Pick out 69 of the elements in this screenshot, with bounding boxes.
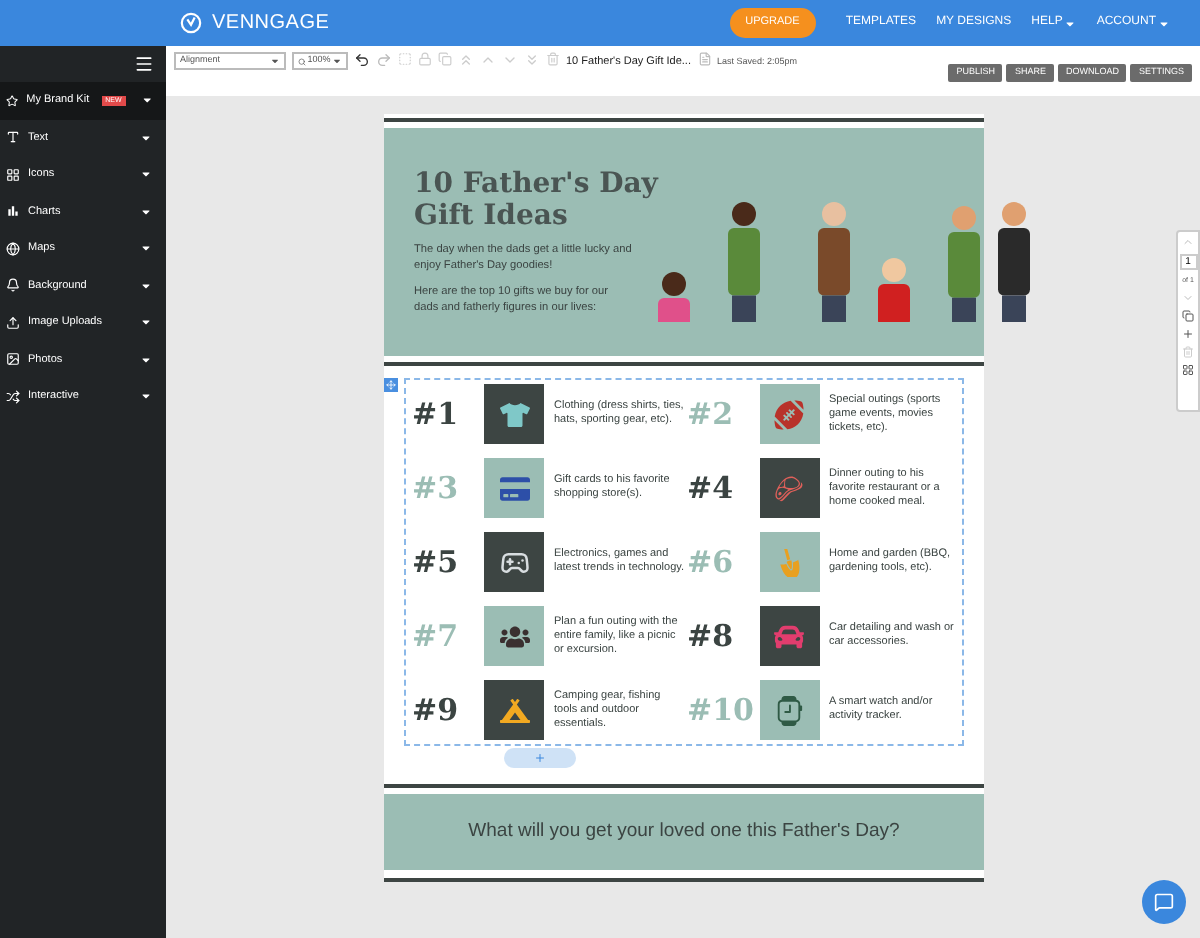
gift-number: #7 xyxy=(412,615,461,658)
caret-icon xyxy=(1158,17,1170,29)
lock-icon[interactable] xyxy=(418,52,432,66)
gift-number: #10 xyxy=(687,689,756,732)
copy-icon[interactable] xyxy=(1182,310,1194,323)
double-chevron-down-icon[interactable] xyxy=(524,52,540,68)
car-icon xyxy=(774,621,804,652)
tent-icon xyxy=(499,695,529,726)
chevron-down-icon[interactable] xyxy=(1182,292,1194,305)
menu-icon[interactable] xyxy=(134,54,154,74)
gift-number: #3 xyxy=(412,467,461,510)
caret-icon xyxy=(140,205,152,218)
search-icon xyxy=(298,57,306,65)
plus-icon[interactable] xyxy=(1182,328,1194,341)
caret-icon xyxy=(141,94,152,107)
image-icon xyxy=(6,352,20,367)
bar-chart-icon xyxy=(6,204,20,219)
add-section-button[interactable] xyxy=(504,748,576,769)
caret-icon xyxy=(270,56,280,66)
star-icon xyxy=(6,93,19,108)
gamepad-icon xyxy=(499,547,529,578)
gift-number: #2 xyxy=(687,393,736,436)
shirt-icon xyxy=(499,399,529,430)
chevron-down-icon[interactable] xyxy=(502,52,518,68)
gift-number: #6 xyxy=(687,541,736,584)
caret-icon xyxy=(331,56,342,66)
grid-icon[interactable] xyxy=(1182,364,1194,377)
chevron-up-icon[interactable] xyxy=(480,52,496,68)
grid-icon xyxy=(6,167,20,182)
football-icon xyxy=(774,399,804,430)
globe-icon xyxy=(6,241,20,256)
credit-card-icon xyxy=(499,473,529,504)
caret-icon xyxy=(140,131,152,144)
move-handle-icon[interactable] xyxy=(384,378,398,393)
upload-icon xyxy=(6,315,20,330)
caret-icon xyxy=(140,316,152,329)
caret-icon xyxy=(140,353,152,366)
gift-number: #9 xyxy=(412,689,461,732)
caret-icon xyxy=(140,168,152,181)
chat-icon xyxy=(1154,892,1174,912)
plus-icon xyxy=(534,752,546,765)
gift-number: #4 xyxy=(687,467,736,510)
redo-icon[interactable] xyxy=(376,52,392,68)
double-chevron-up-icon[interactable] xyxy=(458,52,474,68)
trash-icon[interactable] xyxy=(1182,346,1194,359)
document-icon[interactable] xyxy=(697,52,711,66)
logo-text: VENNGAGE xyxy=(212,10,330,38)
bell-icon xyxy=(6,278,20,293)
shuffle-icon xyxy=(6,389,20,404)
caret-icon xyxy=(1064,17,1077,29)
smartwatch-icon xyxy=(774,695,804,726)
trash-icon[interactable] xyxy=(546,52,560,66)
text-icon xyxy=(6,130,20,145)
infographic-title: 10 Father's Day Gift Ideas xyxy=(414,168,661,233)
gift-number: #5 xyxy=(412,541,461,584)
caret-icon xyxy=(140,242,152,255)
caret-icon xyxy=(140,279,152,292)
undo-icon[interactable] xyxy=(354,52,370,68)
logo-icon xyxy=(180,12,202,34)
footer-question: What will you get your loved one this Father's Day? xyxy=(468,817,900,846)
chevron-up-icon[interactable] xyxy=(1182,236,1194,248)
steak-icon xyxy=(774,473,804,504)
people-icon xyxy=(499,621,529,652)
caret-icon xyxy=(140,390,152,403)
copy-icon[interactable] xyxy=(438,52,452,66)
chat-button[interactable] xyxy=(1142,880,1186,924)
shovel-icon xyxy=(774,547,804,578)
gift-number: #1 xyxy=(412,393,461,436)
gift-number: #8 xyxy=(687,615,736,658)
